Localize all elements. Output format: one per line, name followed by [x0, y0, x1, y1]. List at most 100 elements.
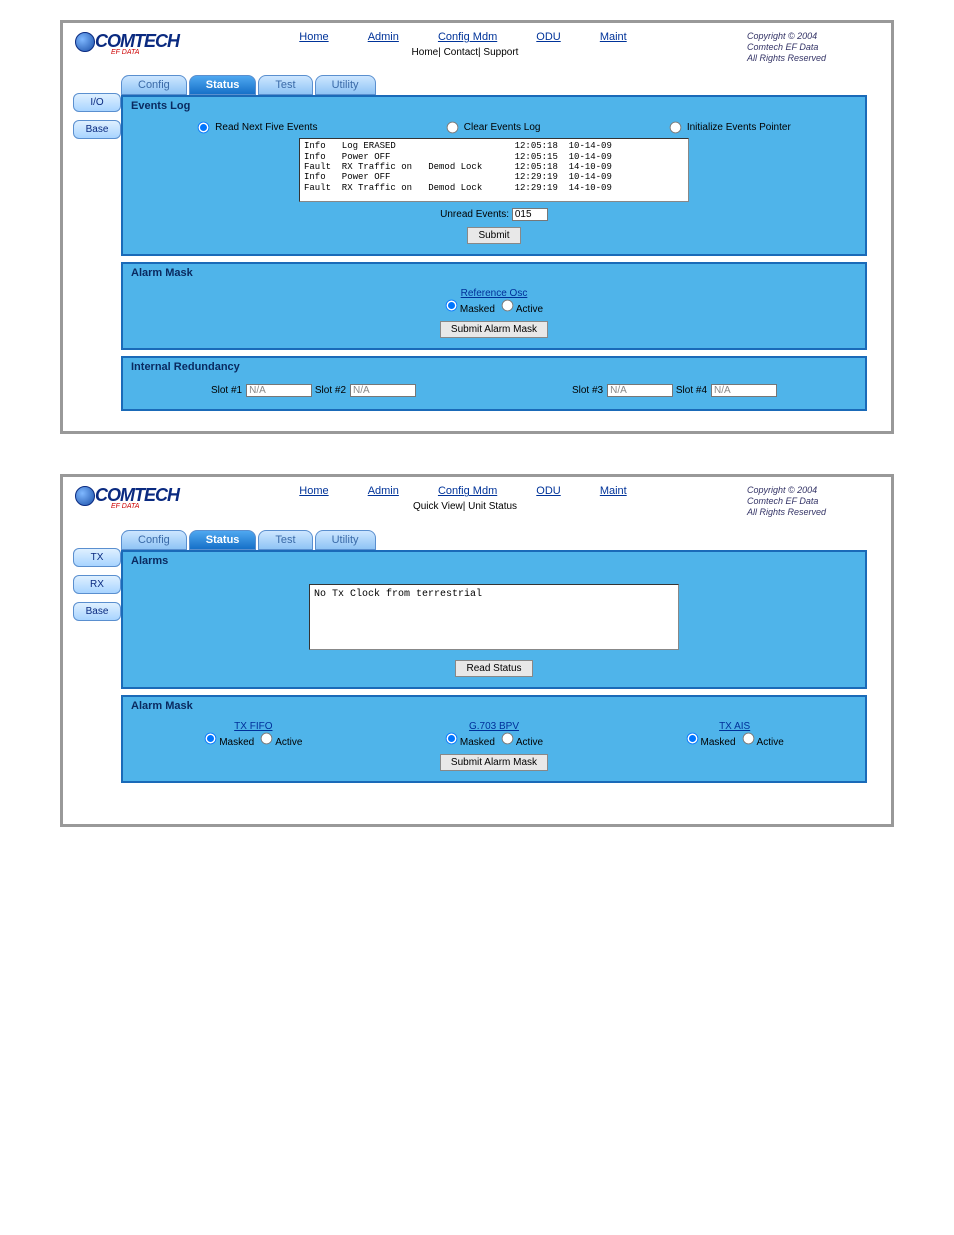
nav-home[interactable]: Home [299, 485, 328, 497]
nav-home[interactable]: Home [299, 31, 328, 43]
panel-events-log: Events Log Read Next Five Events Clear E… [121, 95, 867, 256]
tab-status[interactable]: Status [189, 530, 257, 550]
tab-row: Config Status Test Utility [121, 75, 867, 95]
nav-maint[interactable]: Maint [600, 31, 627, 43]
mask-tx-ais: TX AIS Masked Active [686, 721, 784, 748]
events-log-box[interactable]: Info Log ERASED 12:05:18 10-14-09 Info P… [299, 138, 689, 202]
main: Config Status Test Utility Alarms No Tx … [121, 530, 887, 810]
tab-status[interactable]: Status [189, 75, 257, 95]
radio-clear-log[interactable]: Clear Events Log [446, 121, 541, 134]
nav-config-mdm[interactable]: Config Mdm [438, 31, 497, 43]
tx-ais-link[interactable]: TX AIS [719, 721, 750, 732]
alarm-mask-title: Alarm Mask [123, 264, 865, 282]
copyright-l1: Copyright © 2004 [747, 485, 877, 496]
radio-masked[interactable]: Masked [445, 732, 495, 748]
slot-2-input[interactable] [350, 384, 416, 397]
submit-alarm-mask-button[interactable]: Submit Alarm Mask [440, 754, 548, 771]
subnav-links[interactable]: Quick View| Unit Status [413, 501, 517, 512]
tab-test[interactable]: Test [258, 75, 312, 95]
radio-active[interactable]: Active [501, 299, 543, 315]
nav-admin[interactable]: Admin [368, 485, 399, 497]
copyright-l3: All Rights Reserved [747, 53, 877, 64]
body: TX RX Base Config Status Test Utility Al… [67, 520, 887, 820]
side-tabs: TX RX Base [73, 530, 121, 810]
logo-block: COMTECH EF DATA [77, 31, 179, 56]
slot-1: Slot #1 [211, 384, 312, 397]
radio-read-next[interactable]: Read Next Five Events [197, 121, 317, 134]
radio-active[interactable]: Active [501, 732, 543, 748]
tab-utility[interactable]: Utility [315, 75, 376, 95]
mask-g703-bpv: G.703 BPV Masked Active [445, 721, 543, 748]
tab-config[interactable]: Config [121, 530, 187, 550]
subnav-links[interactable]: Home| Contact| Support [412, 47, 519, 58]
mask-radios: Masked Active [133, 299, 855, 315]
copyright-l2: Comtech EF Data [747, 496, 877, 507]
redundancy-title: Internal Redundancy [123, 358, 865, 376]
brand-name: COMTECH [95, 485, 179, 505]
slot-row: Slot #1 Slot #2 Slot #3 Slot #4 [133, 382, 855, 399]
g703-bpv-link[interactable]: G.703 BPV [469, 721, 519, 732]
submit-alarm-mask-button[interactable]: Submit Alarm Mask [440, 321, 548, 338]
logo: COMTECH [77, 485, 179, 506]
screenshot-alarms: COMTECH EF DATA Home Admin Config Mdm OD… [60, 474, 894, 826]
top-nav: Home Admin Config Mdm ODU Maint Quick Vi… [179, 485, 747, 512]
nav-odu[interactable]: ODU [536, 485, 560, 497]
globe-icon [75, 486, 95, 506]
nav-admin[interactable]: Admin [368, 31, 399, 43]
radio-active[interactable]: Active [742, 732, 784, 748]
submit-events-button[interactable]: Submit [467, 227, 520, 244]
header: COMTECH EF DATA Home Admin Config Mdm OD… [67, 27, 887, 65]
panel-alarm-mask: Alarm Mask Reference Osc Masked Active S… [121, 262, 867, 350]
alarms-status-box[interactable]: No Tx Clock from terrestrial [309, 584, 679, 650]
logo: COMTECH [77, 31, 179, 52]
copyright-l1: Copyright © 2004 [747, 31, 877, 42]
header: COMTECH EF DATA Home Admin Config Mdm OD… [67, 481, 887, 519]
unread-events: Unread Events: [440, 208, 548, 221]
tab-config[interactable]: Config [121, 75, 187, 95]
side-tabs: I/O Base [73, 75, 121, 417]
tab-utility[interactable]: Utility [315, 530, 376, 550]
mask-columns: TX FIFO Masked Active G.703 BPV Masked A… [133, 721, 855, 748]
alarms-title: Alarms [123, 552, 865, 570]
read-status-button[interactable]: Read Status [455, 660, 532, 677]
nav-maint[interactable]: Maint [600, 485, 627, 497]
panel-internal-redundancy: Internal Redundancy Slot #1 Slot #2 Slot… [121, 356, 867, 411]
radio-masked[interactable]: Masked [204, 732, 254, 748]
slot-3-input[interactable] [607, 384, 673, 397]
copyright-l2: Comtech EF Data [747, 42, 877, 53]
globe-icon [75, 32, 95, 52]
slot-1-input[interactable] [246, 384, 312, 397]
radio-init-pointer[interactable]: Initialize Events Pointer [669, 121, 791, 134]
slot-4: Slot #4 [676, 384, 777, 397]
radio-masked[interactable]: Masked [445, 299, 495, 315]
slot-3: Slot #3 [572, 384, 673, 397]
sidetab-tx[interactable]: TX [73, 548, 121, 567]
slot-2: Slot #2 [315, 384, 416, 397]
panel-alarm-mask: Alarm Mask TX FIFO Masked Active G.703 B… [121, 695, 867, 783]
nav-odu[interactable]: ODU [536, 31, 560, 43]
sub-nav: Quick View| Unit Status [179, 501, 747, 512]
slot-4-input[interactable] [711, 384, 777, 397]
alarm-mask-title: Alarm Mask [123, 697, 865, 715]
copyright: Copyright © 2004 Comtech EF Data All Rig… [747, 485, 877, 517]
sidetab-base[interactable]: Base [73, 120, 121, 139]
events-radio-row: Read Next Five Events Clear Events Log I… [133, 121, 855, 134]
sidetab-io[interactable]: I/O [73, 93, 121, 112]
tab-test[interactable]: Test [258, 530, 312, 550]
radio-masked[interactable]: Masked [686, 732, 736, 748]
sidetab-rx[interactable]: RX [73, 575, 121, 594]
panel-alarms: Alarms No Tx Clock from terrestrial Read… [121, 550, 867, 689]
radio-active[interactable]: Active [260, 732, 302, 748]
brand-name: COMTECH [95, 31, 179, 51]
tx-fifo-link[interactable]: TX FIFO [234, 721, 272, 732]
nav-config-mdm[interactable]: Config Mdm [438, 485, 497, 497]
unread-input[interactable] [512, 208, 548, 221]
sidetab-base[interactable]: Base [73, 602, 121, 621]
sub-nav: Home| Contact| Support [179, 47, 747, 58]
mask-tx-fifo: TX FIFO Masked Active [204, 721, 302, 748]
reference-osc-link[interactable]: Reference Osc [461, 288, 528, 299]
tab-row: Config Status Test Utility [121, 530, 867, 550]
unread-label: Unread Events: [440, 209, 509, 220]
main: Config Status Test Utility Events Log Re… [121, 75, 887, 417]
screenshot-events-log: COMTECH EF DATA Home Admin Config Mdm OD… [60, 20, 894, 434]
